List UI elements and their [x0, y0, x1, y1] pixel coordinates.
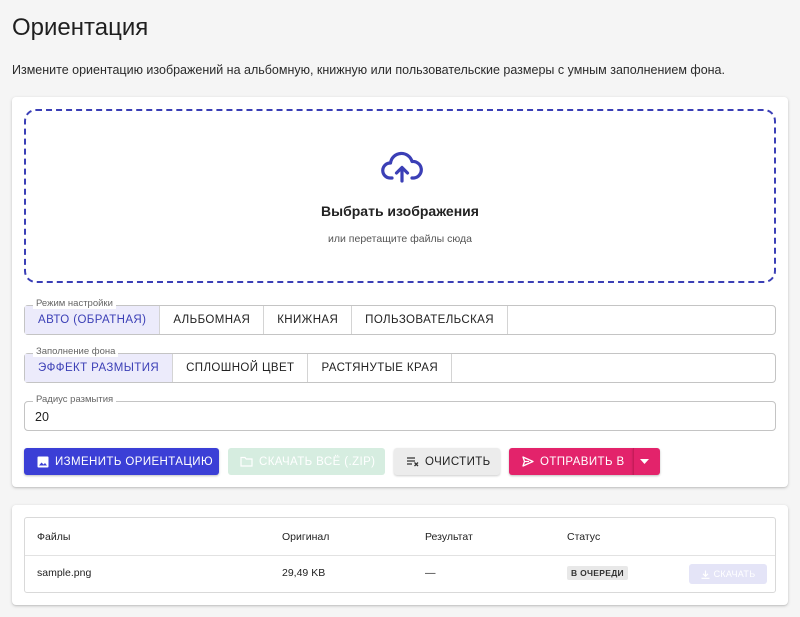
send-icon: [522, 456, 534, 467]
cloud-upload-icon: [381, 151, 423, 183]
fill-option-blur[interactable]: ЭФФЕКТ РАЗМЫТИЯ: [25, 354, 174, 382]
download-file-label: СКАЧАТЬ: [713, 569, 756, 579]
download-icon: [701, 570, 710, 579]
image-icon: [37, 456, 49, 467]
settings-card: Выбрать изображения или перетащите файлы…: [12, 97, 788, 487]
fill-option-stretch[interactable]: РАСТЯНУТЫЕ КРАЯ: [308, 354, 453, 382]
send-to-dropdown-button[interactable]: [633, 448, 660, 475]
file-result: —: [425, 567, 436, 579]
header-result: Результат: [425, 531, 473, 543]
header-original: Оригинал: [282, 531, 330, 543]
file-original-size: 29,49 KB: [282, 567, 326, 579]
clear-button-label: ОЧИСТИТЬ: [425, 455, 491, 468]
folder-icon: [240, 456, 253, 467]
fill-option-solid[interactable]: СПЛОШНОЙ ЦВЕТ: [173, 354, 309, 382]
rotate-button-label: ИЗМЕНИТЬ ОРИЕНТАЦИЮ: [55, 455, 213, 468]
mode-option-landscape[interactable]: АЛЬБОМНАЯ: [160, 306, 265, 334]
caret-down-icon: [639, 459, 649, 464]
send-to-button[interactable]: ОТПРАВИТЬ В: [509, 448, 633, 475]
blur-radius-field[interactable]: Радиус размытия 20: [24, 394, 776, 431]
mode-selector: Режим настройки АВТО (ОБРАТНАЯ) АЛЬБОМНА…: [24, 298, 776, 335]
files-card: Файлы Оригинал Результат Статус sample.p…: [12, 505, 788, 605]
file-name: sample.png: [37, 567, 92, 579]
clear-button[interactable]: ОЧИСТИТЬ: [394, 448, 500, 475]
rotate-button[interactable]: ИЗМЕНИТЬ ОРИЕНТАЦИЮ: [24, 448, 219, 475]
radius-input[interactable]: 20: [35, 410, 49, 424]
fill-selector: Заполнение фона ЭФФЕКТ РАЗМЫТИЯ СПЛОШНОЙ…: [24, 346, 776, 383]
table-divider: [25, 555, 775, 556]
header-files: Файлы: [37, 531, 71, 543]
download-file-button[interactable]: СКАЧАТЬ: [689, 564, 767, 584]
page-title: Ориентация: [12, 14, 149, 41]
mode-option-custom[interactable]: ПОЛЬЗОВАТЕЛЬСКАЯ: [352, 306, 508, 334]
radius-legend: Радиус размытия: [33, 394, 117, 405]
mode-legend: Режим настройки: [33, 298, 116, 309]
fill-legend: Заполнение фона: [33, 346, 119, 357]
download-zip-button[interactable]: СКАЧАТЬ ВСЁ (.ZIP): [228, 448, 385, 475]
download-zip-label: СКАЧАТЬ ВСЁ (.ZIP): [259, 455, 376, 468]
send-to-label: ОТПРАВИТЬ В: [540, 455, 625, 468]
dropzone-title: Выбрать изображения: [321, 203, 479, 219]
files-table: Файлы Оригинал Результат Статус sample.p…: [24, 517, 776, 593]
clear-list-icon: [407, 457, 419, 467]
mode-option-auto[interactable]: АВТО (ОБРАТНАЯ): [25, 306, 161, 334]
dropzone-subtitle: или перетащите файлы сюда: [328, 233, 472, 245]
status-badge: В ОЧЕРЕДИ: [567, 566, 628, 580]
mode-option-portrait[interactable]: КНИЖНАЯ: [264, 306, 353, 334]
page-description: Измените ориентацию изображений на альбо…: [12, 63, 725, 77]
upload-dropzone[interactable]: Выбрать изображения или перетащите файлы…: [24, 109, 776, 283]
header-status: Статус: [567, 531, 601, 543]
